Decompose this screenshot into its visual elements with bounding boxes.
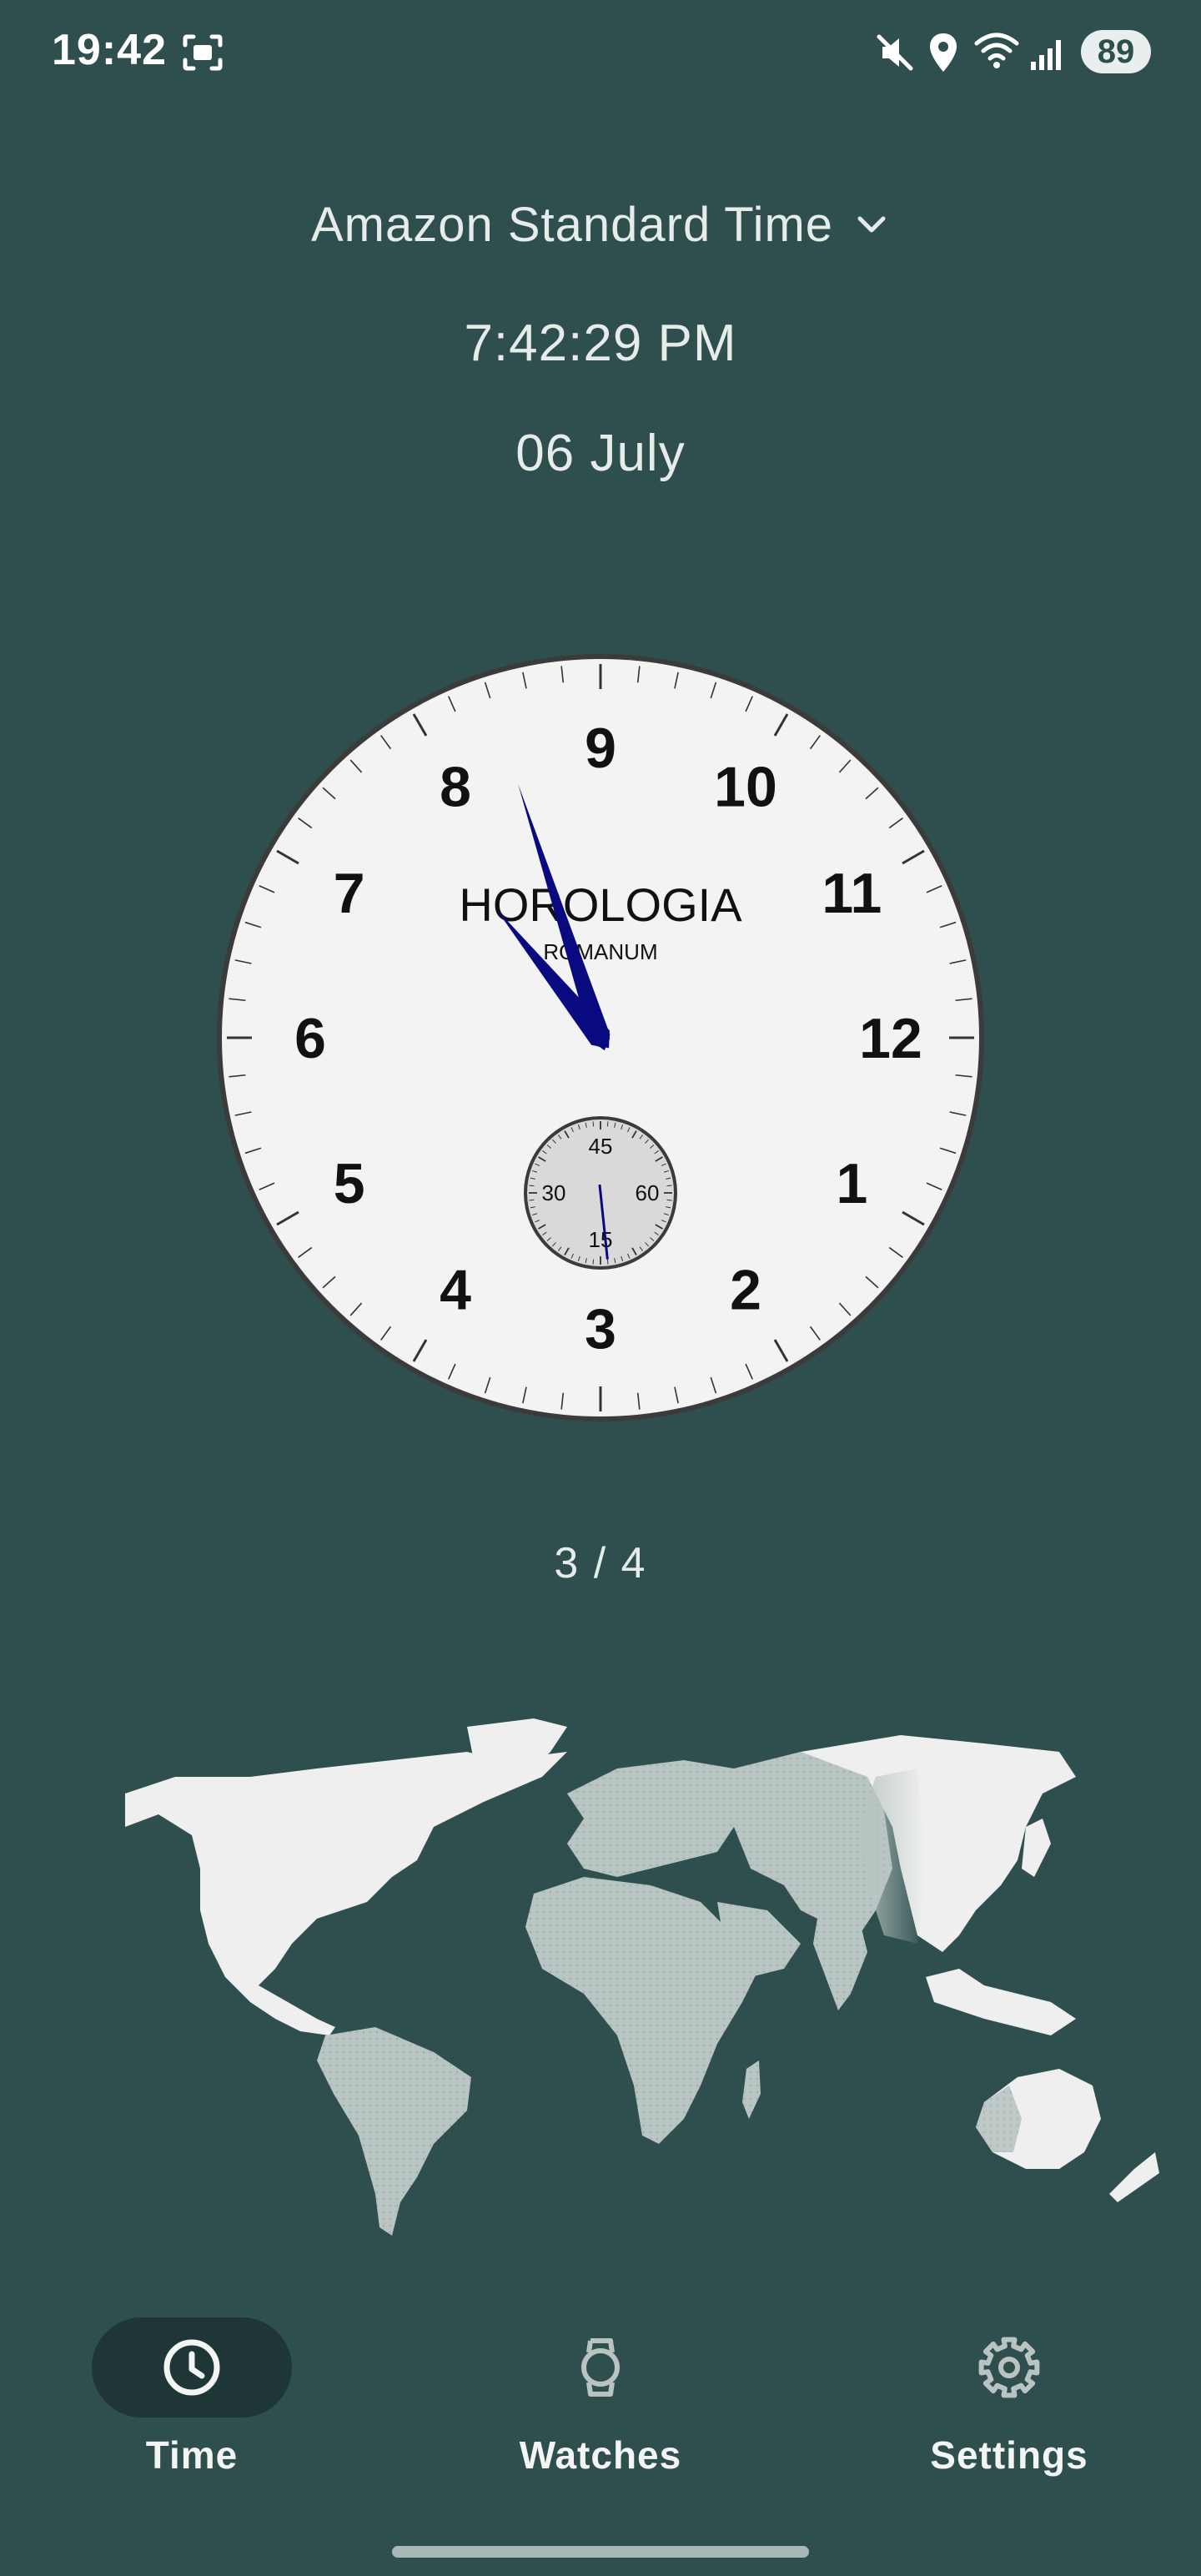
madagascar <box>742 2060 761 2119</box>
watch-brand: HOROLOGIA <box>459 878 742 931</box>
subdial-tick <box>666 1185 672 1187</box>
dial-numeral: 5 <box>334 1152 365 1215</box>
chevron-down-icon[interactable] <box>853 207 890 244</box>
subdial-numeral: 45 <box>589 1134 613 1159</box>
europe <box>567 1760 751 1877</box>
location-icon <box>930 33 957 72</box>
dial-numeral: 12 <box>859 1007 922 1070</box>
subdial-tick <box>606 1259 609 1265</box>
screenshot-icon <box>183 34 223 71</box>
clock-icon <box>163 2339 220 2396</box>
nav-settings-label: Settings <box>930 2433 1088 2477</box>
center-pin <box>591 1029 610 1047</box>
south-america <box>317 2027 471 2236</box>
subdial-numeral: 15 <box>589 1227 613 1252</box>
world-map <box>125 1718 1159 2236</box>
dial-numeral: 4 <box>440 1258 471 1321</box>
nav-watches[interactable]: Watches <box>475 2302 726 2486</box>
analog-watch-face[interactable]: 121234567891011 HOROLOGIA ROMANUM 601530… <box>215 652 986 1423</box>
bottom-navigation: Time Watches Settings <box>0 2302 1201 2486</box>
subdial-tick <box>592 1121 595 1127</box>
nav-time-label: Time <box>145 2433 239 2477</box>
subdial-numeral: 30 <box>542 1180 566 1205</box>
nav-settings[interactable]: Settings <box>884 2302 1134 2486</box>
southeast-asia <box>926 1969 1076 2035</box>
signal-icon <box>1031 40 1061 70</box>
seconds-subdial: 60 15 30 45 <box>524 1116 677 1270</box>
subdial-tick <box>606 1121 609 1127</box>
watch-model: ROMANUM <box>543 939 657 964</box>
watch-icon <box>581 2338 620 2397</box>
dial-numeral: 9 <box>585 717 616 780</box>
timezone-selector[interactable]: Amazon Standard Time <box>0 197 1201 264</box>
wifi-icon <box>974 33 1019 68</box>
battery-indicator: 89 <box>1081 30 1151 73</box>
nav-watches-label: Watches <box>519 2433 682 2477</box>
timezone-label[interactable]: Amazon Standard Time <box>311 197 833 253</box>
dial-numeral: 11 <box>822 862 882 925</box>
subdial-tick <box>529 1185 535 1187</box>
status-time: 19:42 <box>52 26 167 74</box>
north-america <box>125 1752 567 2035</box>
digital-time: 7:42:29 PM <box>464 314 737 372</box>
status-bar: 19:42 89 <box>0 0 1201 108</box>
dial-numeral: 7 <box>334 862 365 925</box>
subdial-numeral: 60 <box>636 1180 660 1205</box>
page-indicator: 3 / 4 <box>554 1539 647 1587</box>
dial-numeral: 8 <box>440 756 471 819</box>
dial-numeral: 3 <box>585 1297 616 1361</box>
japan <box>1022 1819 1051 1877</box>
subdial-tick <box>592 1259 595 1265</box>
dial-numeral: 6 <box>294 1007 326 1070</box>
home-indicator <box>392 2546 809 2558</box>
india <box>813 1919 867 2010</box>
nav-time[interactable]: Time <box>67 2302 317 2486</box>
dial-numeral: 10 <box>714 756 777 819</box>
date-display: 06 July <box>515 425 686 482</box>
dial-numeral: 2 <box>730 1258 761 1321</box>
dial-numeral: 1 <box>836 1152 867 1215</box>
gear-icon <box>978 2337 1040 2398</box>
mute-icon <box>877 34 913 71</box>
new-zealand <box>1109 2152 1159 2202</box>
